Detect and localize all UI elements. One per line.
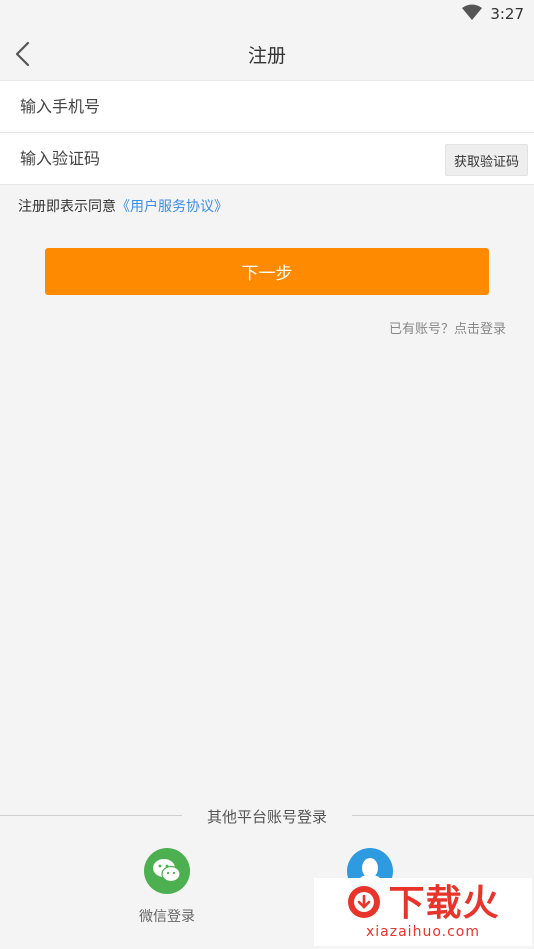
phone-field-row <box>0 80 534 132</box>
wifi-icon <box>462 4 483 24</box>
header: 注册 <box>0 28 534 80</box>
watermark-name: 下载火 <box>388 883 500 924</box>
back-arrow-icon[interactable] <box>12 40 36 68</box>
status-time: 3:27 <box>490 5 524 23</box>
watermark-url: xiazaihuo.com <box>366 924 480 940</box>
user-agreement-link[interactable]: 《用户服务协议》 <box>116 199 228 215</box>
next-step-button[interactable]: 下一步 <box>45 248 489 295</box>
get-code-button[interactable]: 获取验证码 <box>445 144 528 176</box>
agreement-prefix: 注册即表示同意 <box>18 199 116 215</box>
wechat-login-button[interactable]: 微信登录 <box>112 848 222 926</box>
watermark-download-icon <box>346 884 382 924</box>
status-bar: 3:27 <box>0 0 534 28</box>
watermark-logo: 下载火 xiazaihuo.com <box>314 878 532 946</box>
divider-line-left <box>0 815 182 816</box>
other-login-title: 其他平台账号登录 <box>200 805 333 827</box>
page-title: 注册 <box>247 44 286 67</box>
divider-line-right <box>352 815 534 816</box>
wechat-login-label: 微信登录 <box>139 909 195 925</box>
phone-input[interactable] <box>0 81 534 132</box>
other-login-divider: 其他平台账号登录 <box>0 804 534 828</box>
agreement-text: 注册即表示同意《用户服务协议》 <box>18 196 228 216</box>
wechat-icon <box>144 848 190 894</box>
login-link[interactable]: 已有账号？点击登录 <box>389 318 506 337</box>
code-field-row: 获取验证码 <box>0 132 534 185</box>
